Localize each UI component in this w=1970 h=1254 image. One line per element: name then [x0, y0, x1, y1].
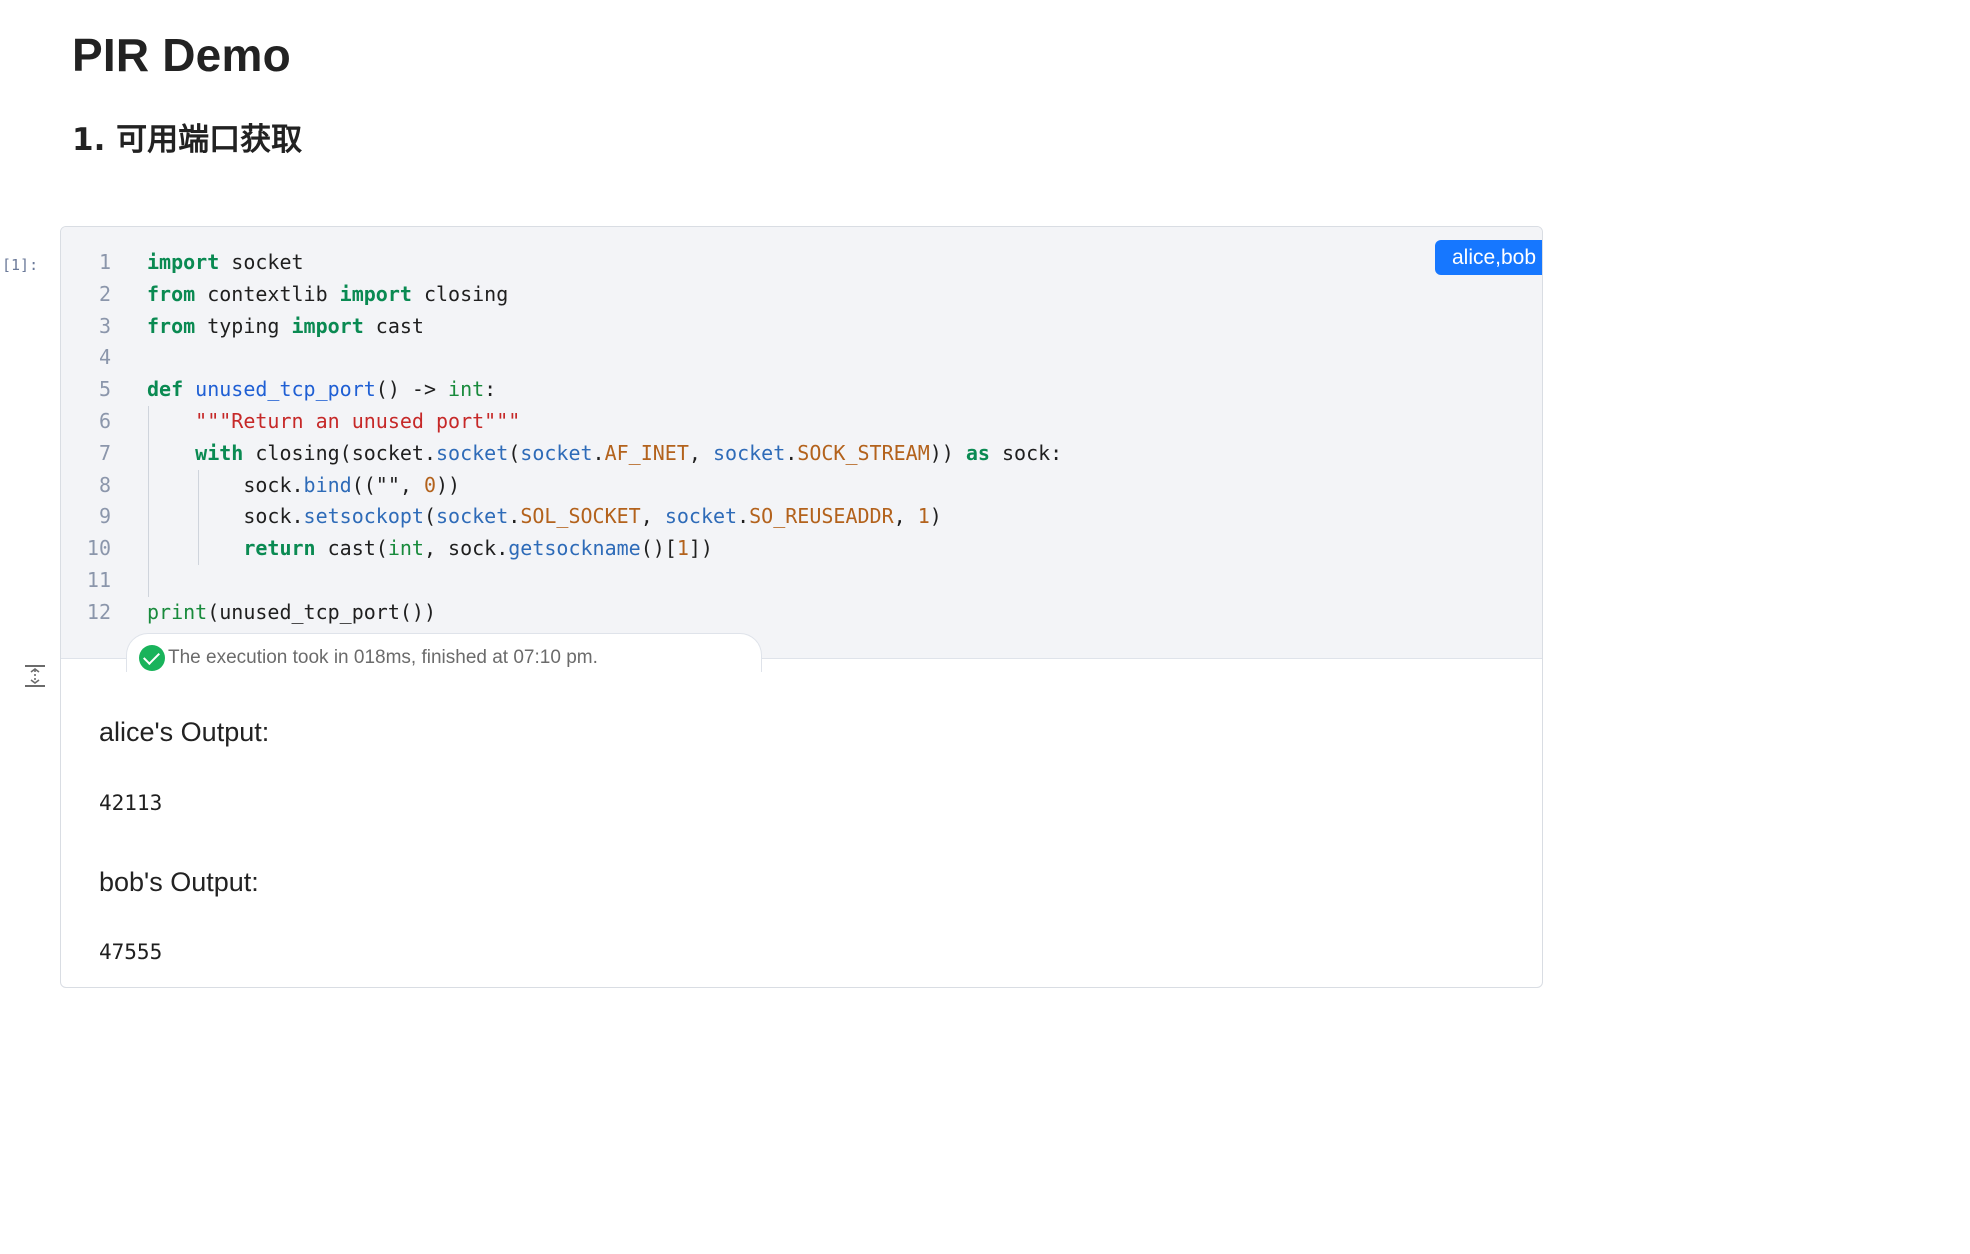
line-number: 8	[98, 472, 111, 497]
line-number: 11	[86, 567, 111, 592]
indent-guide-1	[148, 406, 149, 597]
code-text: sock.setsockopt(socket.SOL_SOCKET, socke…	[147, 504, 942, 529]
code-line[interactable]: 5 def unused_tcp_port() -> int:	[61, 374, 1542, 406]
party-tag-pointer	[1541, 274, 1542, 284]
section-heading: 1. 可用端口获取	[72, 122, 303, 158]
line-number: 10	[86, 536, 111, 561]
code-text: print(unused_tcp_port())	[147, 599, 436, 624]
code-cell[interactable]: 1 import socket 2 from contextlib import cl…	[60, 226, 1543, 988]
code-line[interactable]: 11	[61, 565, 1542, 597]
line-number: 9	[98, 504, 111, 529]
line-number: 7	[98, 440, 111, 465]
cell-execution-count: [1]:	[2, 256, 39, 274]
execution-status-text: The execution took in 018ms, finished at…	[168, 647, 598, 668]
notebook-title: PIR Demo	[72, 29, 291, 81]
code-line[interactable]: 4	[61, 342, 1542, 374]
code-line[interactable]: 9 sock.setsockopt(socket.SOL_SOCKET, soc…	[61, 501, 1542, 533]
code-line[interactable]: 7 with closing(socket.socket(socket.AF_I…	[61, 438, 1542, 470]
line-number: 4	[98, 345, 111, 370]
code-line[interactable]: 1 import socket	[61, 247, 1542, 279]
line-number: 3	[98, 313, 111, 338]
code-text: sock.bind(("", 0))	[147, 472, 461, 497]
output-value-bob: 47555	[99, 940, 163, 964]
code-line[interactable]: 6 """Return an unused port"""	[61, 406, 1542, 438]
check-circle-icon	[139, 645, 165, 671]
code-editor[interactable]: 1 import socket 2 from contextlib import cl…	[61, 227, 1542, 659]
party-tag[interactable]: alice,bob	[1435, 240, 1542, 275]
code-text: from typing import cast	[147, 313, 424, 338]
code-line[interactable]: 10 return cast(int, sock.getsockname()[1…	[61, 533, 1542, 565]
code-text: from contextlib import closing	[147, 281, 509, 306]
line-number: 1	[98, 250, 111, 274]
output-label-alice: alice's Output:	[99, 717, 270, 747]
output-label-bob: bob's Output:	[99, 867, 259, 897]
line-number: 5	[98, 377, 111, 402]
line-number: 12	[86, 599, 111, 624]
execution-status-tab: The execution took in 018ms, finished at…	[126, 633, 762, 672]
line-number: 6	[98, 408, 111, 433]
code-text: import socket	[147, 250, 304, 274]
code-text: """Return an unused port"""	[195, 408, 521, 433]
line-number: 2	[98, 281, 111, 306]
code-line[interactable]: 3 from typing import cast	[61, 311, 1542, 343]
collapse-expand-icon[interactable]	[24, 664, 46, 688]
code-line[interactable]: 2 from contextlib import closing	[61, 279, 1542, 311]
code-line[interactable]: 12 print(unused_tcp_port())	[61, 597, 1542, 629]
code-text: return cast(int, sock.getsockname()[1])	[243, 536, 713, 561]
code-line[interactable]: 8 sock.bind(("", 0))	[61, 470, 1542, 502]
indent-guide-2	[198, 470, 199, 565]
code-text: with closing(socket.socket(socket.AF_INE…	[195, 440, 1063, 465]
code-text: def unused_tcp_port() -> int:	[147, 377, 497, 402]
code-block[interactable]: 1 import socket 2 from contextlib import cl…	[61, 247, 1542, 629]
output-value-alice: 42113	[99, 791, 163, 815]
